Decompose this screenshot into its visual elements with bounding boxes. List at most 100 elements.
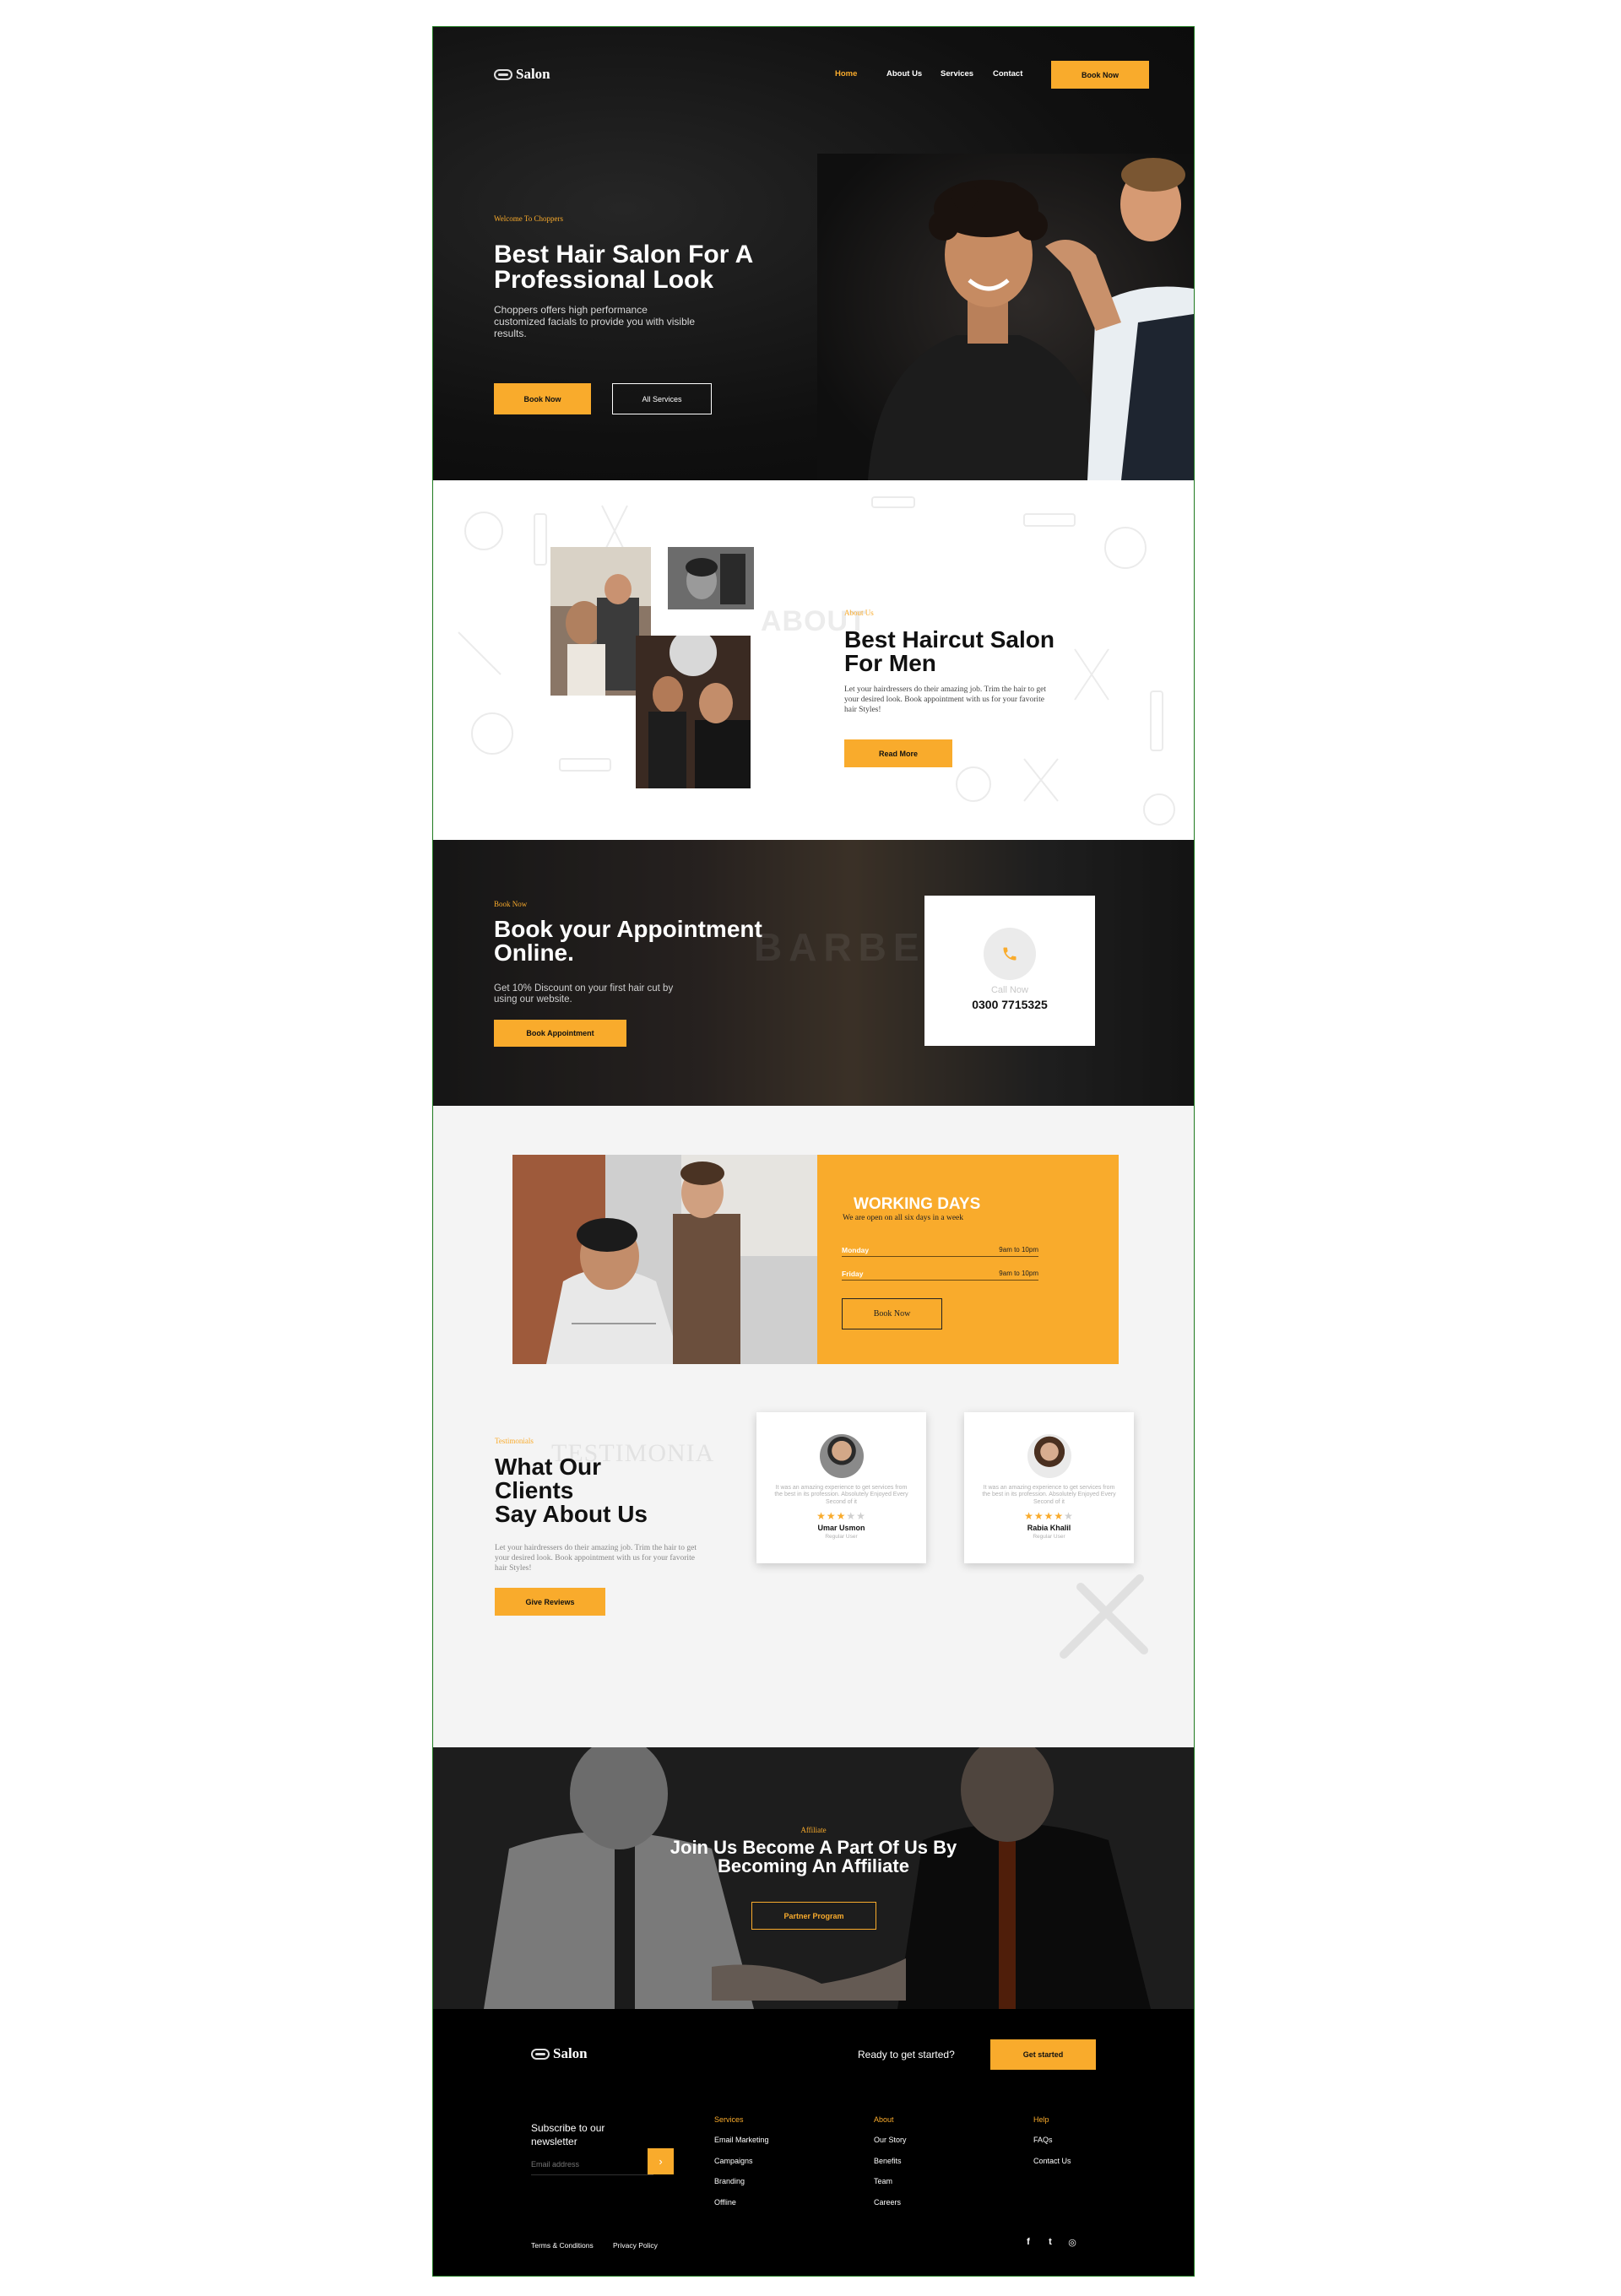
booking-title-line2: Online. bbox=[494, 940, 574, 966]
testimonials-title-line2: Clients bbox=[495, 1477, 574, 1503]
rating-stars: ★★★★★ bbox=[816, 1510, 866, 1522]
terms-link[interactable]: Terms & Conditions bbox=[531, 2241, 594, 2250]
affiliate-title: Join Us Become A Part Of Us By Becoming … bbox=[433, 1838, 1194, 1876]
affiliate-kicker: Affiliate bbox=[800, 1826, 827, 1834]
book-appointment-button[interactable]: Book Appointment bbox=[494, 1020, 626, 1047]
working-book-button[interactable]: Book Now bbox=[842, 1298, 942, 1329]
social-links: f t ◎ bbox=[1022, 2237, 1078, 2248]
day-label: Friday bbox=[842, 1270, 864, 1278]
ready-text: Ready to get started? bbox=[858, 2049, 955, 2060]
hero-services-button[interactable]: All Services bbox=[612, 383, 712, 414]
nav-about[interactable]: About Us bbox=[886, 69, 922, 79]
newsletter-submit-button[interactable]: › bbox=[648, 2148, 674, 2174]
nav-book-button[interactable]: Book Now bbox=[1051, 61, 1149, 89]
get-started-button[interactable]: Get started bbox=[990, 2039, 1096, 2070]
twitter-icon[interactable]: t bbox=[1044, 2237, 1056, 2248]
nav-contact[interactable]: Contact bbox=[993, 69, 1022, 79]
reviewer-role: Regular User bbox=[825, 1534, 858, 1540]
booking-kicker: Book Now bbox=[494, 900, 528, 908]
column-title: Services bbox=[714, 2115, 744, 2124]
booking-title-line1: Book your Appointment bbox=[494, 916, 762, 942]
review-text: It was an amazing experience to get serv… bbox=[774, 1485, 908, 1505]
testimonials-title-line3: Say About Us bbox=[495, 1501, 648, 1527]
footer-link[interactable]: Team bbox=[874, 2177, 892, 2185]
about-title: Best Haircut Salon For Men bbox=[844, 628, 1054, 675]
about-read-more-button[interactable]: Read More bbox=[844, 739, 952, 767]
arrow-right-icon: › bbox=[659, 2155, 663, 2168]
footer-link[interactable]: Contact Us bbox=[1033, 2157, 1071, 2165]
footer-brand-logo[interactable]: Salon bbox=[531, 2045, 588, 2062]
affiliate-title-line1: Join Us Become A Part Of Us By bbox=[670, 1837, 957, 1858]
hero-title: Best Hair Salon For A Professional Look bbox=[494, 242, 753, 293]
instagram-icon[interactable]: ◎ bbox=[1066, 2237, 1078, 2248]
footer-link[interactable]: Campaigns bbox=[714, 2157, 753, 2165]
footer-link[interactable]: Benefits bbox=[874, 2157, 902, 2165]
column-title: Help bbox=[1033, 2115, 1049, 2124]
avatar bbox=[820, 1434, 864, 1478]
partner-program-button[interactable]: Partner Program bbox=[751, 1902, 876, 1930]
phone-icon bbox=[1003, 947, 1017, 961]
newsletter-line1: Subscribe to our bbox=[531, 2122, 605, 2134]
brand-name: Salon bbox=[516, 66, 550, 82]
about-kicker: About Us bbox=[844, 609, 874, 617]
phone-icon-circle bbox=[984, 928, 1036, 980]
working-testimonials-section: WORKING DAYS We are open on all six days… bbox=[433, 1106, 1194, 1747]
hero-title-line1: Best Hair Salon For A bbox=[494, 241, 754, 268]
barber-photo-illustration bbox=[636, 636, 751, 788]
logo-icon bbox=[531, 2048, 550, 2060]
hero-description: Choppers offers high performance customi… bbox=[494, 304, 696, 339]
privacy-link[interactable]: Privacy Policy bbox=[613, 2241, 658, 2250]
testimonial-card: It was an amazing experience to get serv… bbox=[756, 1412, 926, 1563]
about-photo-3 bbox=[636, 636, 751, 788]
newsletter-heading: Subscribe to our newsletter bbox=[531, 2122, 604, 2148]
working-title: WORKING DAYS bbox=[854, 1195, 981, 1213]
reviewer-name: Rabia Khalil bbox=[1027, 1524, 1071, 1532]
hero-photo bbox=[817, 154, 1194, 480]
nav-services[interactable]: Services bbox=[941, 69, 973, 79]
testimonials-title-line1: What Our bbox=[495, 1454, 601, 1480]
review-text: It was an amazing experience to get serv… bbox=[982, 1485, 1116, 1505]
working-photo bbox=[512, 1155, 817, 1364]
footer-link[interactable]: Email Marketing bbox=[714, 2136, 769, 2144]
working-days-panel: WORKING DAYS We are open on all six days… bbox=[817, 1155, 1119, 1364]
page-frame: Salon Home About Us Services Contact Boo… bbox=[432, 26, 1195, 2277]
affiliate-title-line2: Becoming An Affiliate bbox=[718, 1855, 909, 1876]
newsletter-line2: newsletter bbox=[531, 2135, 577, 2147]
booking-section: BARBER Book Now Book your Appointment On… bbox=[433, 840, 1194, 1106]
about-description: Let your hairdressers do their amazing j… bbox=[844, 685, 1047, 714]
about-photo-2 bbox=[668, 547, 754, 609]
footer-link[interactable]: Careers bbox=[874, 2198, 901, 2207]
about-section: ABOUT About Us Best Haircut Salon For Me… bbox=[433, 480, 1194, 840]
hero-kicker: Welcome To Choppers bbox=[494, 214, 563, 223]
footer-link[interactable]: Our Story bbox=[874, 2136, 907, 2144]
brand-logo[interactable]: Salon bbox=[494, 66, 550, 83]
email-input[interactable] bbox=[531, 2153, 653, 2175]
salon-tools-pattern bbox=[458, 496, 1175, 826]
working-subtitle: We are open on all six days in a week bbox=[843, 1214, 964, 1222]
testimonials-title: What Our Clients Say About Us bbox=[495, 1455, 648, 1526]
column-title: About bbox=[874, 2115, 894, 2124]
testimonials-description: Let your hairdressers do their amazing j… bbox=[495, 1544, 697, 1573]
give-reviews-button[interactable]: Give Reviews bbox=[495, 1588, 605, 1616]
hero-section: Salon Home About Us Services Contact Boo… bbox=[433, 27, 1194, 480]
about-title-line1: Best Haircut Salon bbox=[844, 626, 1054, 653]
facebook-icon[interactable]: f bbox=[1022, 2237, 1034, 2248]
hero-book-button[interactable]: Book Now bbox=[494, 383, 591, 414]
phone-number[interactable]: 0300 7715325 bbox=[924, 998, 1095, 1011]
footer-brand-name: Salon bbox=[553, 2045, 588, 2061]
day-label: Monday bbox=[842, 1246, 870, 1254]
working-day-row-1: Monday 9am to 10pm bbox=[842, 1246, 1038, 1257]
scissors-comb-decoration bbox=[1060, 1574, 1148, 1659]
testimonial-card: It was an amazing experience to get serv… bbox=[964, 1412, 1134, 1563]
nav-home[interactable]: Home bbox=[835, 69, 857, 79]
barber-photo-illustration bbox=[668, 547, 754, 609]
barber-cutting-hair-illustration bbox=[512, 1155, 817, 1364]
footer-link[interactable]: Offline bbox=[714, 2198, 736, 2207]
call-now-label: Call Now bbox=[990, 985, 1028, 995]
footer-link[interactable]: Branding bbox=[714, 2177, 745, 2185]
about-title-line2: For Men bbox=[844, 650, 936, 676]
call-card[interactable]: Call Now 0300 7715325 bbox=[924, 896, 1095, 1046]
reviewer-role: Regular User bbox=[1033, 1534, 1065, 1540]
footer-link[interactable]: FAQs bbox=[1033, 2136, 1053, 2144]
hero-barber-illustration bbox=[817, 154, 1194, 480]
